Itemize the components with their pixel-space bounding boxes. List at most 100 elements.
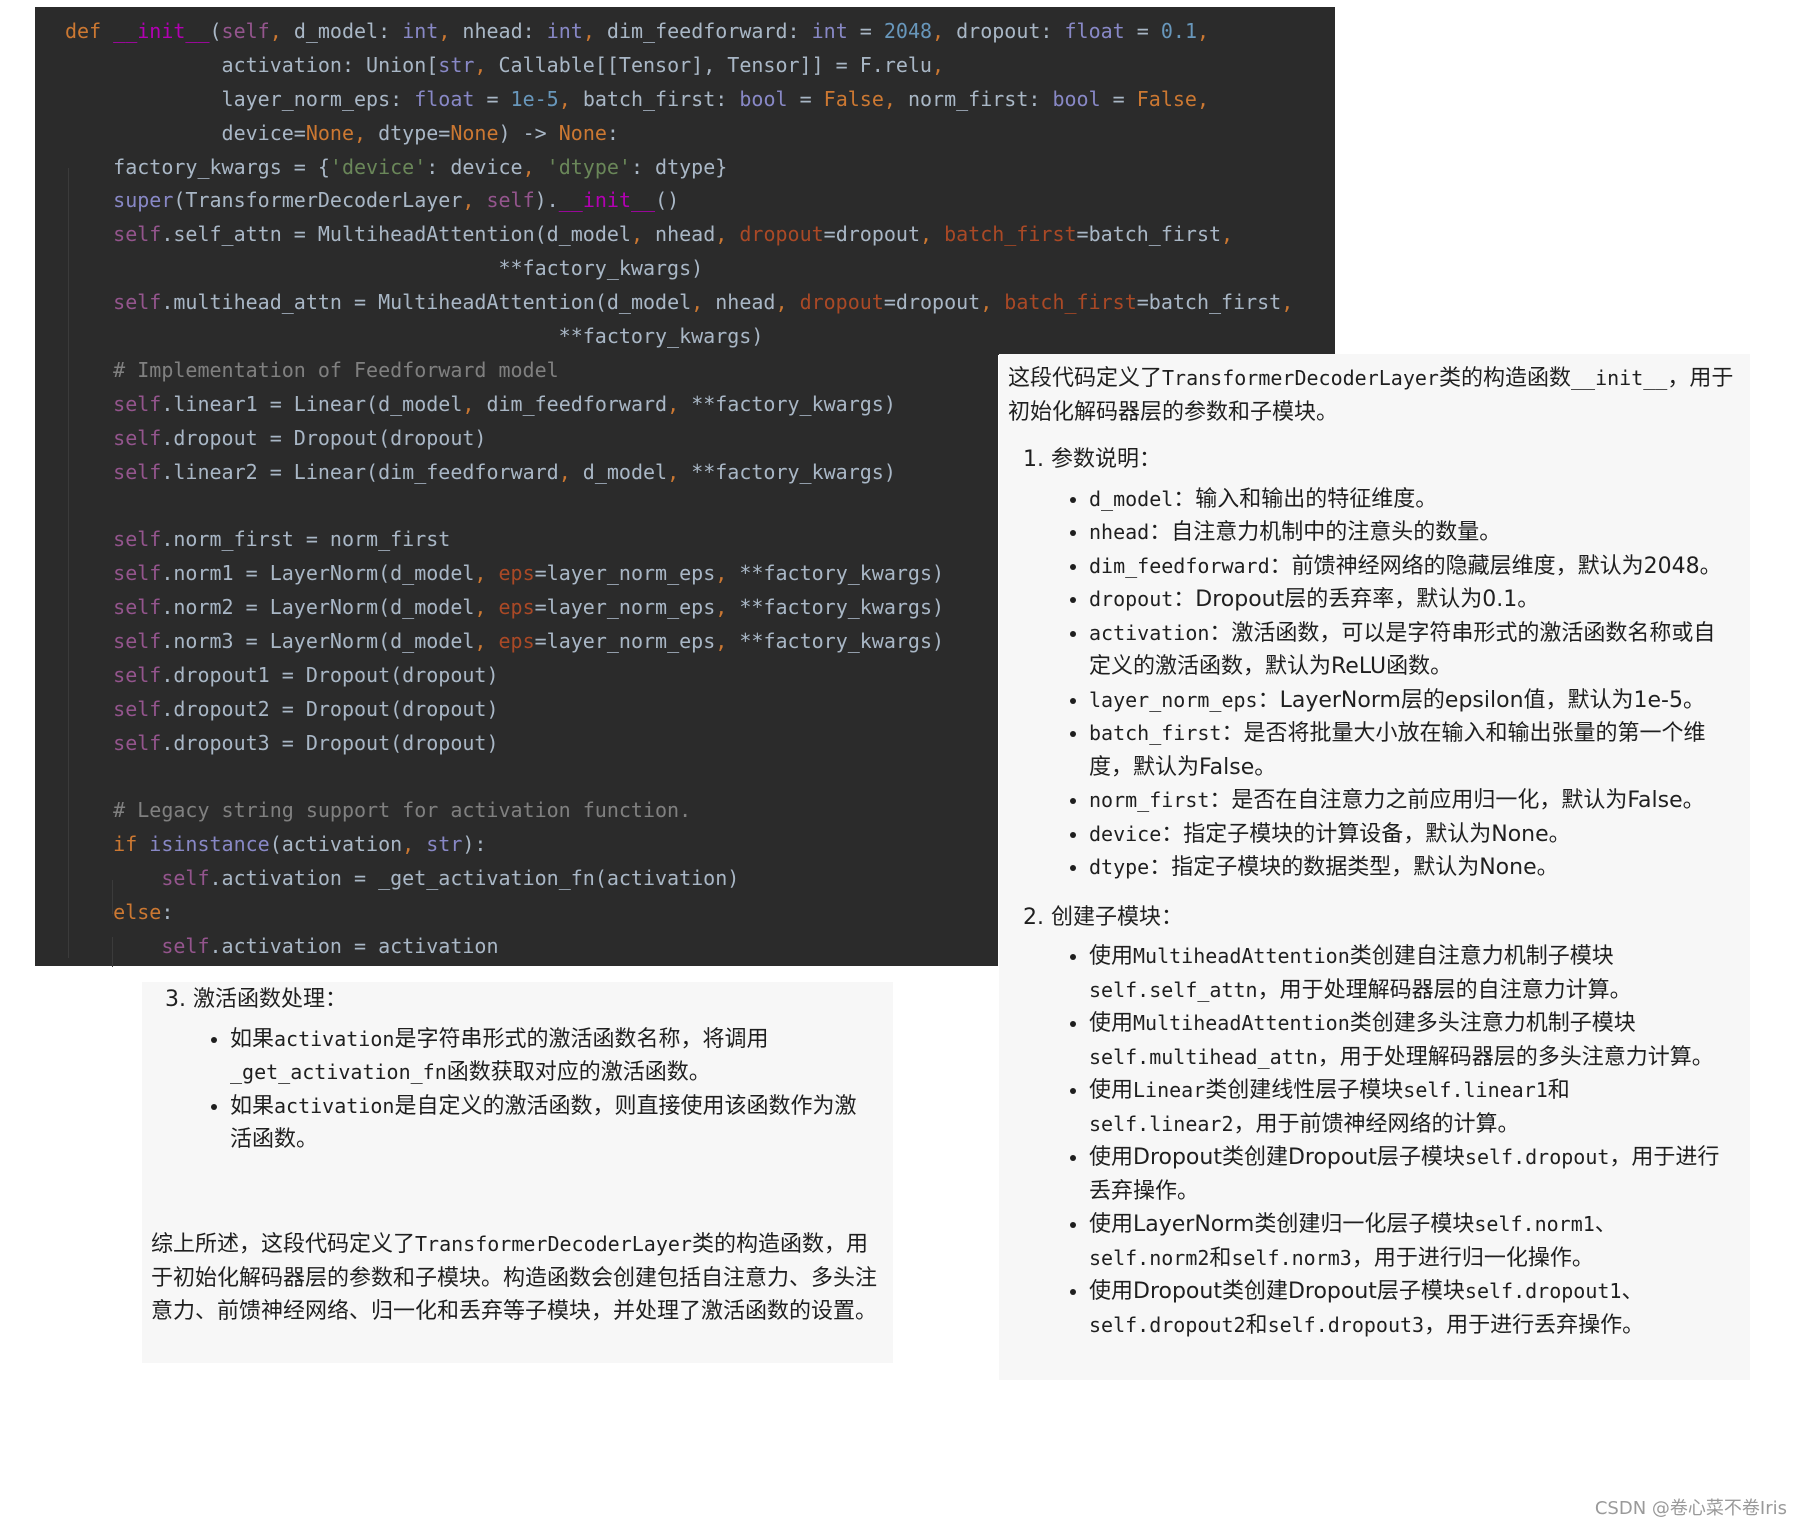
inline-code: self.dropout [1464, 1145, 1610, 1169]
code-token: dropout [799, 290, 884, 315]
code-token: , [1196, 86, 1210, 111]
text: 类创建多头注意力机制子模块 [1349, 1011, 1636, 1036]
text: ：指定子模块的计算设备，默认为None。 [1161, 821, 1571, 847]
code-token: .norm1 = LayerNorm(d_model [161, 561, 475, 586]
code-token: self [113, 290, 162, 315]
code-token: 1e-5 [510, 86, 559, 111]
code-token: self [113, 696, 162, 721]
inline-code: d_model [1089, 486, 1174, 511]
code-token: **factory_kwargs) [691, 459, 896, 484]
code-token: ). [534, 188, 559, 213]
code-token: .dropout2 = Dropout(dropout) [161, 696, 499, 721]
code-token: , [354, 120, 379, 145]
code-token: , [438, 19, 463, 43]
code-token: =dropout [883, 290, 981, 315]
code-token: batch_first [1004, 290, 1137, 315]
text: 使用 [1089, 1011, 1134, 1036]
code-token: , [715, 561, 740, 586]
code-token: self [113, 629, 162, 654]
code-token: eps [498, 561, 535, 586]
list-item: 使用Dropout类创建Dropout层子模块self.dropout，用于进行… [1089, 1141, 1750, 1208]
code-token: (activation [269, 832, 403, 857]
code-token: isinstance [149, 832, 270, 857]
code-line: device=None, dtype=None) -> None: [65, 117, 1293, 151]
code-token: self [161, 866, 210, 891]
inline-code: Linear [1133, 1078, 1206, 1102]
inline-code: self.dropout1 [1464, 1279, 1622, 1303]
code-token: str [438, 52, 475, 77]
code-token: self [113, 561, 162, 586]
code-token: batch_first [944, 222, 1077, 247]
code-token: , [269, 19, 294, 43]
text: 使用 [1089, 1078, 1134, 1103]
code-line: **factory_kwargs) [65, 320, 1293, 354]
code-token: 'dtype' [546, 154, 631, 179]
code-token: int [811, 19, 848, 43]
code-token: self [113, 662, 162, 687]
code-token: = [787, 86, 824, 111]
code-token: , [474, 52, 499, 77]
text: 类创建线性层子模块 [1205, 1078, 1404, 1103]
inline-code: device [1089, 821, 1162, 846]
text: ：自注意力机制中的注意头的数量。 [1149, 520, 1502, 545]
inline-code: self.self_attn [1089, 977, 1258, 1002]
code-token: self [113, 595, 162, 620]
list-item: 如果activation是自定义的激活函数，则直接使用该函数作为激活函数。 [230, 1090, 893, 1157]
code-token: self [221, 19, 270, 43]
text: 函数获取对应的激活函数。 [446, 1060, 711, 1085]
code-token: .dropout1 = Dropout(dropout) [161, 662, 499, 687]
code-token: , [931, 52, 945, 77]
code-token: device= [65, 120, 306, 145]
text: 类创建自注意力机制子模块 [1349, 944, 1614, 969]
code-token: str [426, 832, 463, 857]
code-token: **factory_kwargs) [739, 595, 945, 620]
code-token: , [462, 391, 487, 416]
list-item: dtype：指定子模块的数据类型，默认为None。 [1089, 851, 1750, 885]
code-token: , [474, 561, 499, 586]
code-token: **factory_kwargs) [65, 324, 764, 349]
code-token: __init__ [113, 19, 210, 43]
inline-code: activation [274, 1026, 395, 1051]
code-token: , [582, 19, 607, 43]
code-token: if [65, 832, 150, 857]
code-token: : dtype} [630, 154, 728, 179]
text: ，用于进行归一化操作。 [1351, 1245, 1594, 1271]
parameter-list: d_model：输入和输出的特征维度。nhead：自注意力机制中的注意头的数量。… [999, 483, 1750, 885]
text: 使用Dropout类创建Dropout层子模块 [1089, 1145, 1465, 1170]
inline-code: self.norm3 [1231, 1245, 1352, 1270]
code-token: , [1221, 222, 1234, 247]
code-token: =batch_first [1136, 290, 1282, 315]
section-title: 2. 创建子模块： [1023, 904, 1183, 930]
text: 使用LayerNorm类创建归一化层子模块 [1089, 1212, 1475, 1237]
code-token: False [1136, 86, 1197, 111]
code-token: nhead [715, 290, 776, 315]
code-token: .norm_first = norm_first [161, 527, 451, 552]
code-token: nhead [655, 222, 716, 247]
code-line: layer_norm_eps: float = 1e-5, batch_firs… [65, 83, 1293, 117]
list-item: layer_norm_eps：LayerNorm层的epsilon值，默认为1e… [1089, 684, 1750, 718]
text: 类的构造函数 [1438, 366, 1571, 391]
code-token: self [161, 934, 210, 959]
code-token: =layer_norm_eps [534, 629, 716, 654]
text: ，用于前馈神经网络的计算。 [1233, 1111, 1520, 1137]
intro-paragraph: 这段代码定义了TransformerDecoderLayer类的构造函数__in… [1008, 362, 1738, 429]
inline-code: MultiheadAttention [1133, 944, 1350, 968]
code-token: float [1064, 19, 1125, 43]
text: ：指定子模块的数据类型，默认为None。 [1149, 855, 1559, 880]
code-token: # Implementation of Feedforward model [65, 357, 559, 382]
code-token: .linear2 = Linear(dim_feedforward [161, 459, 559, 484]
code-line: **factory_kwargs) [65, 252, 1293, 286]
inline-code: TransformerDecoderLayer [415, 1232, 692, 1256]
inline-code: self.linear2 [1089, 1111, 1234, 1136]
code-token: 'device' [329, 154, 427, 179]
inline-code: activation [1089, 620, 1210, 645]
code-token: , [775, 290, 800, 315]
text: 和 [1209, 1245, 1232, 1271]
text: ：Dropout层的丢弃率，默认为0.1。 [1173, 587, 1540, 612]
code-token: , [1196, 19, 1210, 43]
code-token: ): [462, 832, 487, 857]
